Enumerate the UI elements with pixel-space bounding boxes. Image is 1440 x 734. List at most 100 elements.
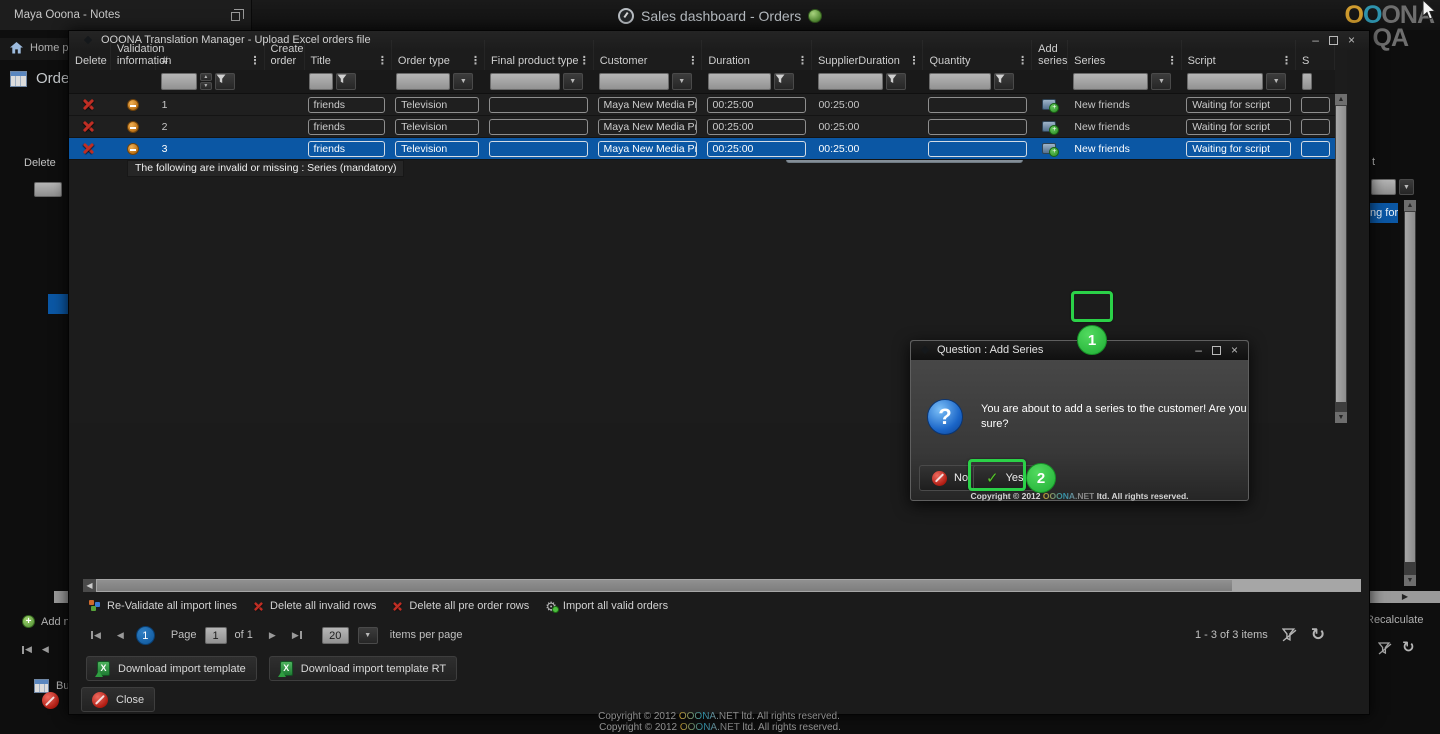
delete-row-icon[interactable] bbox=[83, 121, 94, 132]
filter-select[interactable] bbox=[396, 73, 450, 90]
scroll-up-icon[interactable]: ▲ bbox=[1404, 200, 1416, 211]
table-row[interactable]: 2friendsTelevisionMaya New Media Produ00… bbox=[69, 116, 1335, 138]
cell-input[interactable] bbox=[1301, 141, 1330, 157]
col-header-create[interactable]: Create order bbox=[265, 40, 305, 70]
table-row[interactable]: 3friendsTelevisionMaya New Media Produ00… bbox=[69, 138, 1335, 160]
column-menu-icon[interactable]: ⋮ bbox=[908, 56, 919, 68]
col-header-quantity[interactable]: Quantity⋮ bbox=[923, 40, 1032, 70]
scroll-down-icon[interactable]: ▼ bbox=[1335, 412, 1347, 423]
col-header-delete[interactable]: Delete bbox=[69, 40, 111, 70]
download-template-rt-button[interactable]: Download import template RT bbox=[269, 656, 457, 681]
col-header-scut[interactable]: S bbox=[1296, 40, 1335, 70]
column-menu-icon[interactable]: ⋮ bbox=[470, 56, 481, 68]
filter-input[interactable] bbox=[929, 73, 991, 90]
cell-input[interactable]: 00:25:00 bbox=[707, 97, 807, 113]
grid-vertical-scrollbar[interactable]: ▲ ▼ bbox=[1335, 94, 1347, 423]
bg-right-horizontal-scrollbar[interactable]: ▶ bbox=[1370, 591, 1440, 603]
cell-input[interactable]: Maya New Media Produ bbox=[598, 119, 697, 135]
cell-input[interactable] bbox=[1301, 97, 1330, 113]
validation-warning-icon[interactable] bbox=[127, 121, 139, 133]
notes-tab[interactable]: Maya Ooona - Notes bbox=[0, 0, 252, 30]
cell-input[interactable] bbox=[928, 119, 1027, 135]
col-header-addseries[interactable]: Add series bbox=[1032, 40, 1068, 70]
cell-input[interactable]: Waiting for script bbox=[1186, 141, 1291, 157]
col-header-finalproduct[interactable]: Final product type⋮ bbox=[485, 40, 594, 70]
scroll-thumb[interactable] bbox=[1405, 212, 1415, 562]
current-page-badge[interactable]: 1 bbox=[136, 626, 155, 645]
col-header-customer[interactable]: Customer⋮ bbox=[594, 40, 703, 70]
scroll-up-icon[interactable]: ▲ bbox=[1335, 94, 1347, 105]
col-header-duration[interactable]: Duration⋮ bbox=[702, 40, 812, 70]
filter-funnel-button[interactable] bbox=[215, 73, 235, 90]
cell-input[interactable]: Waiting for script bbox=[1186, 119, 1291, 135]
cell-input[interactable]: Television bbox=[395, 119, 478, 135]
restore-window-icon[interactable] bbox=[231, 12, 240, 21]
page-size-dropdown-icon[interactable]: ▼ bbox=[358, 627, 378, 644]
column-menu-icon[interactable]: ⋮ bbox=[1167, 56, 1178, 68]
prev-page-icon[interactable]: ◀ bbox=[117, 630, 124, 641]
maximize-icon[interactable] bbox=[1212, 346, 1221, 355]
filter-input[interactable] bbox=[708, 73, 771, 90]
validation-warning-icon[interactable] bbox=[127, 99, 139, 111]
close-button[interactable]: Close bbox=[81, 687, 155, 712]
first-page-icon[interactable]: ◀ bbox=[22, 644, 32, 655]
clear-filter-icon[interactable] bbox=[1378, 642, 1392, 655]
column-menu-icon[interactable]: ⋮ bbox=[1281, 56, 1292, 68]
page-size-select[interactable]: 20 bbox=[322, 627, 349, 644]
bg-pager-fragment[interactable]: ◀ ◀ bbox=[22, 644, 49, 655]
bg-right-dropdown-icon[interactable]: ▼ bbox=[1399, 179, 1414, 195]
cell-input[interactable] bbox=[489, 119, 588, 135]
cell-input[interactable] bbox=[928, 97, 1027, 113]
cell-input[interactable] bbox=[489, 141, 588, 157]
col-header-supplierduration[interactable]: SupplierDuration⋮ bbox=[812, 40, 924, 70]
column-menu-icon[interactable]: ⋮ bbox=[579, 56, 590, 68]
download-template-button[interactable]: Download import template bbox=[86, 656, 257, 681]
filter-input[interactable] bbox=[818, 73, 883, 90]
filter-spinner[interactable]: ▲▼ bbox=[200, 73, 212, 90]
column-menu-icon[interactable]: ⋮ bbox=[797, 56, 808, 68]
next-page-icon[interactable]: ▶ bbox=[269, 630, 276, 641]
filter-funnel-button[interactable] bbox=[774, 73, 794, 90]
scroll-thumb[interactable] bbox=[1336, 106, 1346, 402]
import-valid-button[interactable]: ⚙ Import all valid orders bbox=[545, 600, 668, 613]
column-menu-icon[interactable]: ⋮ bbox=[250, 56, 261, 68]
delete-invalid-button[interactable]: Delete all invalid rows bbox=[253, 600, 376, 612]
filter-dropdown-icon[interactable]: ▼ bbox=[1151, 73, 1171, 90]
cell-input[interactable] bbox=[489, 97, 588, 113]
col-header-series[interactable]: Series⋮ bbox=[1068, 40, 1181, 70]
refresh-icon[interactable]: ↻ bbox=[1311, 628, 1325, 642]
filter-select[interactable] bbox=[490, 73, 560, 90]
filter-select[interactable] bbox=[1073, 73, 1148, 90]
page-input[interactable]: 1 bbox=[205, 627, 227, 644]
delete-row-icon[interactable] bbox=[83, 143, 94, 154]
cell-input[interactable] bbox=[1301, 119, 1330, 135]
col-header-title[interactable]: Title⋮ bbox=[305, 40, 392, 70]
cell-input[interactable]: friends bbox=[308, 119, 386, 135]
bg-right-filter-box[interactable] bbox=[1371, 179, 1396, 195]
cell-input[interactable]: friends bbox=[308, 97, 386, 113]
clear-filter-icon[interactable] bbox=[1282, 628, 1297, 642]
scroll-thumb[interactable] bbox=[97, 580, 1232, 591]
cell-input[interactable]: Maya New Media Produ bbox=[598, 141, 697, 157]
col-header-num[interactable]: #⋮ bbox=[156, 40, 265, 70]
delete-preorder-button[interactable]: Delete all pre order rows bbox=[392, 600, 529, 612]
close-icon[interactable]: × bbox=[1348, 33, 1355, 47]
cell-input[interactable]: Television bbox=[395, 141, 478, 157]
scroll-left-icon[interactable]: ◀ bbox=[83, 579, 96, 592]
filter-input[interactable] bbox=[161, 73, 197, 90]
cell-input[interactable]: Television bbox=[395, 97, 478, 113]
cell-input[interactable]: Maya New Media Produ bbox=[598, 97, 697, 113]
table-row[interactable]: 1friendsTelevisionMaya New Media Produ00… bbox=[69, 94, 1335, 116]
cell-input[interactable] bbox=[928, 141, 1027, 157]
cell-input[interactable]: Waiting for script bbox=[1186, 97, 1291, 113]
delete-row-icon[interactable] bbox=[83, 99, 94, 110]
last-page-icon[interactable]: ▶ bbox=[292, 630, 302, 641]
column-menu-icon[interactable]: ⋮ bbox=[687, 56, 698, 68]
validation-warning-icon[interactable] bbox=[127, 143, 139, 155]
add-series-icon[interactable] bbox=[1042, 99, 1056, 110]
bg-scrollbar-fragment[interactable] bbox=[54, 591, 68, 603]
refresh-icon[interactable]: ↻ bbox=[1402, 641, 1415, 655]
filter-funnel-button[interactable] bbox=[336, 73, 356, 90]
filter-dropdown-icon[interactable]: ▼ bbox=[563, 73, 583, 90]
cell-input[interactable]: friends bbox=[308, 141, 386, 157]
